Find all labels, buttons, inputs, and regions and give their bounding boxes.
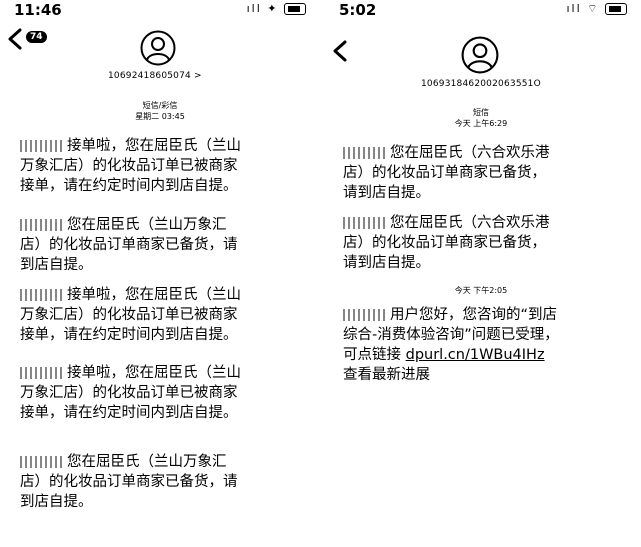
redacted-sender <box>20 219 64 231</box>
contact-avatar-icon[interactable] <box>461 36 499 74</box>
message-type-label: 短信/彩信 <box>142 101 178 110</box>
battery-icon <box>284 3 306 15</box>
status-time: 5:02 <box>339 1 377 19</box>
redacted-sender <box>343 217 387 229</box>
status-time: 11:46 <box>14 1 62 19</box>
contact-avatar-icon[interactable] <box>140 30 176 66</box>
time-divider: 今天 下午2:05 <box>454 286 508 295</box>
message-bubble[interactable]: 接单啦，您在屈臣氏（兰山万象汇店）的化妆品订单已被商家接单，请在约定时间内到店自… <box>20 136 242 196</box>
message-bubble[interactable]: 您在屈臣氏（六合欢乐港店）的化妆品订单商家已备货，请到店自提。 <box>343 213 559 273</box>
message-type-label: 短信 <box>473 108 489 117</box>
signal-wifi-icons: ıll ⌔ <box>566 2 600 15</box>
message-timestamp: 今天 上午6:29 <box>454 119 508 128</box>
back-button[interactable]: 74 <box>6 28 47 54</box>
message-timestamp: 星期二 03:45 <box>135 112 185 121</box>
back-button[interactable] <box>331 40 349 66</box>
redacted-sender <box>20 289 64 301</box>
message-bubble[interactable]: 接单啦，您在屈臣氏（兰山万象汇店）的化妆品订单已被商家接单，请在约定时间内到店自… <box>20 285 242 345</box>
message-bubble[interactable]: 接单啦，您在屈臣氏（兰山万象汇店）的化妆品订单已被商家接单，请在约定时间内到店自… <box>20 363 242 423</box>
message-bubble[interactable]: 您在屈臣氏（六合欢乐港店）的化妆品订单商家已备货，请到店自提。 <box>343 143 559 203</box>
redacted-sender <box>343 309 387 321</box>
message-bubble[interactable]: 您在屈臣氏（兰山万象汇店）的化妆品订单商家已备货，请到店自提。 <box>20 452 242 512</box>
message-meta: 短信 今天 上午6:29 <box>431 107 531 129</box>
status-icons: ıll ⌔ <box>566 2 627 16</box>
message-meta: 短信/彩信 星期二 03:45 <box>110 100 210 122</box>
left-screenshot: 11:46 ıll ✦ 74 10692418605074 > 短信/彩信 星期… <box>0 0 320 547</box>
chevron-left-icon <box>333 40 347 62</box>
redacted-sender <box>20 367 64 379</box>
unread-count-badge: 74 <box>26 31 47 43</box>
redacted-sender <box>20 140 64 152</box>
message-text-tail: 查看最新进展 <box>343 367 430 383</box>
redacted-sender <box>343 147 387 159</box>
sender-number[interactable]: 10692418605074 > <box>108 71 202 81</box>
battery-icon <box>605 3 627 15</box>
signal-wifi-icons: ıll ✦ <box>246 2 279 15</box>
message-bubble[interactable]: 您在屈臣氏（兰山万象汇店）的化妆品订单商家已备货，请到店自提。 <box>20 215 242 275</box>
sender-number[interactable]: 1069318462002063551O <box>421 79 541 89</box>
message-bubble[interactable]: 用户您好，您咨询的“到店综合-消费体验咨询”问题已受理，可点链接 dpurl.c… <box>343 305 559 385</box>
chevron-left-icon <box>8 28 22 50</box>
message-link[interactable]: dpurl.cn/1WBu4IHz <box>406 347 545 363</box>
status-icons: ıll ✦ <box>247 2 306 15</box>
redacted-sender <box>20 456 64 468</box>
right-screenshot: 5:02 ıll ⌔ 1069318462002063551O 短信 今天 上午… <box>321 0 641 547</box>
